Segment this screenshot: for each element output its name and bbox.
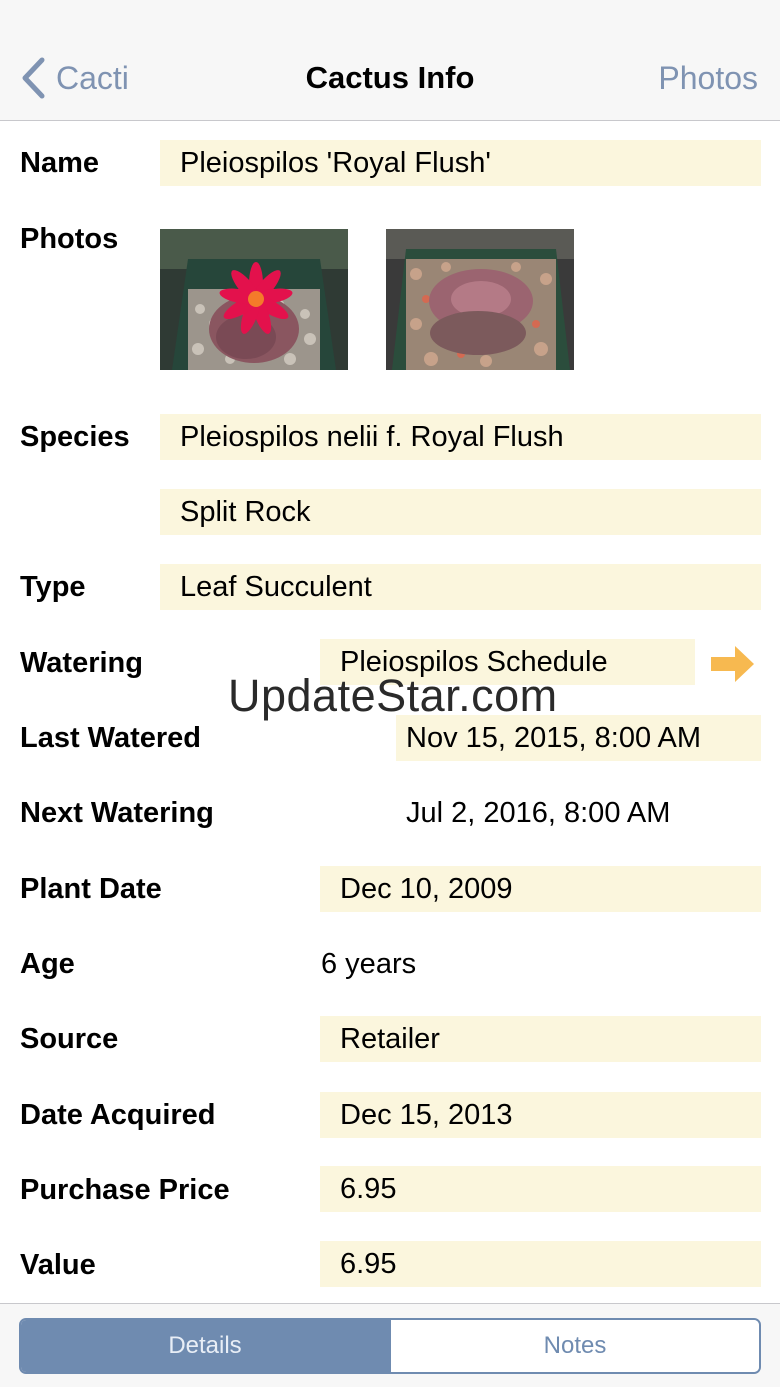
age-label: Age	[20, 948, 75, 980]
next-watering-label: Next Watering	[20, 797, 214, 829]
plant-date-field[interactable]: Dec 10, 2009	[320, 866, 761, 912]
date-acquired-field[interactable]: Dec 15, 2013	[320, 1092, 761, 1138]
watering-label: Watering	[20, 647, 143, 679]
photo-thumbnail-1[interactable]	[160, 229, 348, 370]
arrow-right-icon[interactable]	[711, 645, 755, 683]
purchase-price-field[interactable]: 6.95	[320, 1166, 761, 1212]
name-label: Name	[20, 147, 99, 179]
age-value: 6 years	[321, 948, 417, 980]
photo-thumbnail-2[interactable]	[386, 229, 574, 370]
purchase-price-label: Purchase Price	[20, 1174, 230, 1206]
value-label: Value	[20, 1249, 96, 1281]
plant-date-label: Plant Date	[20, 873, 162, 905]
last-watered-field[interactable]: Nov 15, 2015, 8:00 AM	[396, 715, 761, 761]
segmented-control: Details Notes	[19, 1318, 761, 1374]
photos-label: Photos	[20, 223, 119, 255]
name-field[interactable]: Pleiospilos 'Royal Flush'	[160, 140, 761, 186]
tab-notes[interactable]: Notes	[389, 1320, 759, 1372]
value-field[interactable]: 6.95	[320, 1241, 761, 1287]
source-label: Source	[20, 1023, 119, 1055]
bottom-toolbar: Details Notes	[0, 1303, 780, 1387]
species-label: Species	[20, 421, 130, 453]
photos-button[interactable]: Photos	[658, 60, 758, 97]
navigation-bar: Cacti Cactus Info Photos	[0, 0, 780, 121]
date-acquired-label: Date Acquired	[20, 1099, 216, 1131]
type-label: Type	[20, 571, 86, 603]
common-name-field[interactable]: Split Rock	[160, 489, 761, 535]
tab-details[interactable]: Details	[21, 1320, 389, 1372]
type-field[interactable]: Leaf Succulent	[160, 564, 761, 610]
last-watered-label: Last Watered	[20, 722, 202, 754]
source-field[interactable]: Retailer	[320, 1016, 761, 1062]
species-field[interactable]: Pleiospilos nelii f. Royal Flush	[160, 414, 761, 460]
next-watering-value: Jul 2, 2016, 8:00 AM	[406, 797, 671, 829]
